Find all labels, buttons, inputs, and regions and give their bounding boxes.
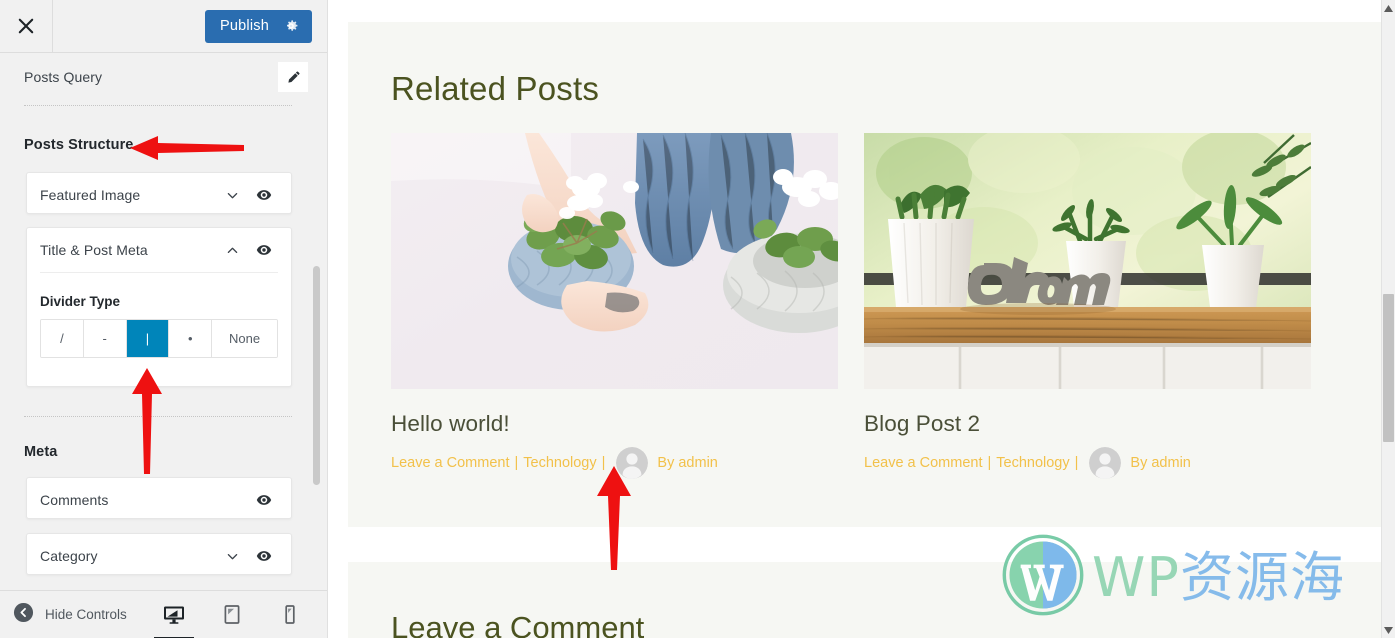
control-title-post-meta[interactable]: Title & Post Meta Divider Type / - | • N… (26, 227, 292, 387)
post-category-link[interactable]: Technology (996, 455, 1069, 471)
hide-controls-button[interactable]: Hide Controls (13, 602, 127, 628)
browser-scrollbar[interactable] (1381, 0, 1395, 638)
app-root: Publish Posts Query Posts Structure Feat… (0, 0, 1395, 638)
pencil-icon[interactable] (278, 62, 308, 92)
post-meta: Leave a Comment | Technology | By admin (391, 447, 838, 479)
section-heading-meta: Meta (24, 444, 58, 460)
post-meta: Leave a Comment | Technology | By admin (864, 447, 1311, 479)
scroll-down-arrow-icon[interactable] (1382, 622, 1395, 638)
control-title-post-meta-label: Title & Post Meta (40, 242, 148, 258)
avatar (1089, 447, 1122, 479)
panel-footer: Hide Controls (0, 590, 327, 638)
eye-icon[interactable] (251, 241, 277, 259)
leave-a-comment-section: Leave a Comment (348, 562, 1381, 638)
control-comments-header[interactable]: Comments (27, 478, 291, 522)
control-featured-image-label: Featured Image (40, 187, 141, 203)
control-comments[interactable]: Comments (26, 477, 292, 519)
eye-icon[interactable] (251, 186, 277, 204)
post-author[interactable]: By admin (657, 455, 717, 471)
device-desktop-icon[interactable] (154, 602, 194, 638)
post-title[interactable]: Blog Post 2 (864, 411, 1311, 437)
divider-option-pipe[interactable]: | (126, 320, 170, 357)
close-icon[interactable] (0, 0, 53, 52)
related-posts-heading: Related Posts (391, 70, 600, 107)
eye-icon[interactable] (251, 491, 277, 509)
post-featured-image[interactable] (864, 133, 1311, 389)
control-featured-image-header[interactable]: Featured Image (27, 173, 291, 217)
control-title-post-meta-header[interactable]: Title & Post Meta (27, 228, 291, 272)
publish-group: Publish (205, 9, 327, 43)
meta-divider: | (987, 455, 992, 471)
leave-a-comment-heading: Leave a Comment (391, 610, 645, 638)
post-title[interactable]: Hello world! (391, 411, 838, 437)
gear-icon[interactable] (283, 18, 299, 34)
divider-option-slash[interactable]: / (41, 320, 84, 357)
posts-query-title: Posts Query (24, 69, 103, 85)
panel-scrollbar-thumb[interactable] (313, 266, 320, 485)
meta-divider: | (514, 455, 519, 471)
control-category-header[interactable]: Category (27, 534, 291, 578)
post-author[interactable]: By admin (1130, 455, 1190, 471)
avatar (616, 447, 649, 479)
control-category-label: Category (40, 548, 98, 564)
divider-option-none[interactable]: None (212, 320, 277, 357)
chevron-up-icon[interactable] (219, 243, 245, 258)
panel-scrollbar-track[interactable] (313, 0, 324, 638)
posts-query-row[interactable]: Posts Query (0, 53, 327, 101)
panel-divider (24, 105, 292, 106)
post-comment-link[interactable]: Leave a Comment (391, 455, 509, 471)
control-category[interactable]: Category (26, 533, 292, 575)
eye-icon[interactable] (251, 547, 277, 565)
post-card: Hello world! Leave a Comment | Technolog… (391, 133, 838, 479)
site-preview: Related Posts Hello world! Leave a Comme… (329, 0, 1381, 638)
publish-button[interactable]: Publish (205, 9, 312, 43)
device-mobile-icon[interactable] (278, 602, 302, 628)
customizer-panel: Publish Posts Query Posts Structure Feat… (0, 0, 328, 638)
divider-type-label: Divider Type (40, 294, 121, 309)
panel-divider (24, 416, 292, 417)
chevron-left-circle-icon (13, 602, 34, 628)
control-comments-label: Comments (40, 492, 109, 508)
device-preview-switcher (154, 602, 327, 638)
divider-option-dash[interactable]: - (83, 320, 127, 357)
browser-scrollbar-thumb[interactable] (1383, 294, 1394, 442)
chevron-down-icon[interactable] (219, 188, 245, 203)
control-featured-image[interactable]: Featured Image (26, 172, 292, 214)
scroll-up-arrow-icon[interactable] (1382, 0, 1395, 16)
post-featured-image[interactable] (391, 133, 838, 389)
device-tablet-icon[interactable] (220, 602, 244, 628)
divider-type-button-group[interactable]: / - | • None (40, 319, 278, 358)
hide-controls-label: Hide Controls (45, 607, 127, 622)
post-card: Blog Post 2 Leave a Comment | Technology… (864, 133, 1311, 479)
chevron-down-icon[interactable] (219, 549, 245, 564)
related-posts-section: Related Posts Hello world! Leave a Comme… (348, 22, 1381, 527)
panel-topbar: Publish (0, 0, 327, 53)
post-category-link[interactable]: Technology (523, 455, 596, 471)
meta-divider: | (601, 455, 606, 471)
publish-button-label: Publish (220, 18, 269, 34)
post-comment-link[interactable]: Leave a Comment (864, 455, 982, 471)
meta-divider: | (1074, 455, 1079, 471)
divider-option-dot[interactable]: • (169, 320, 213, 357)
section-heading-posts-structure: Posts Structure (24, 137, 134, 153)
